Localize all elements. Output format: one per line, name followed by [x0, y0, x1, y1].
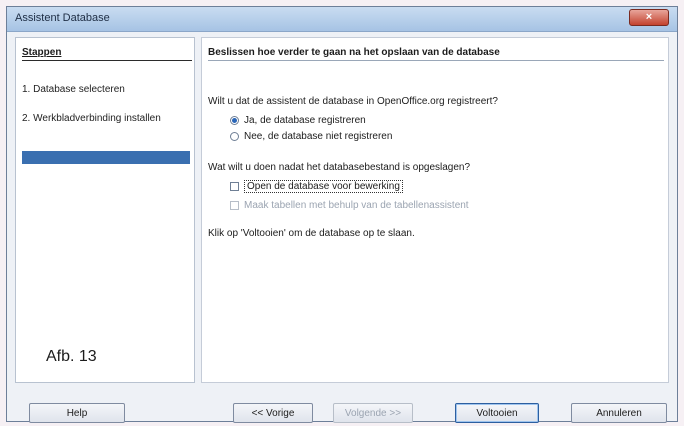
open-for-edit-label: Open de database voor bewerking — [244, 180, 403, 193]
wizard-main-panel: Beslissen hoe verder te gaan na het opsl… — [201, 37, 669, 383]
button-bar: Help << Vorige Volgende >> Voltooien Ann… — [7, 389, 677, 423]
register-no-label: Nee, de database niet registreren — [244, 131, 393, 142]
wizard-content: Stappen 1. Database selecteren 2. Werkbl… — [15, 37, 669, 383]
finish-button[interactable]: Voltooien — [455, 403, 539, 423]
database-wizard-window: Assistent Database × Stappen 1. Database… — [6, 6, 678, 423]
close-button[interactable]: × — [629, 9, 669, 26]
checkbox-unchecked-icon[interactable] — [230, 182, 239, 191]
help-button[interactable]: Help — [29, 403, 125, 423]
step-select-database[interactable]: 1. Database selecteren — [22, 84, 190, 96]
after-save-question: Wat wilt u doen nadat het databasebestan… — [208, 162, 471, 173]
step-sheet-connection[interactable]: 2. Werkbladverbinding installen — [22, 113, 190, 125]
create-tables-label: Maak tabellen met behulp van de tabellen… — [244, 200, 469, 211]
steps-header: Stappen — [22, 47, 192, 61]
page-title: Beslissen hoe verder te gaan na het opsl… — [208, 47, 664, 61]
cancel-button[interactable]: Annuleren — [571, 403, 667, 423]
step-save-and-proceed-active[interactable] — [22, 151, 190, 164]
radio-unselected-icon[interactable] — [230, 132, 239, 141]
title-bar[interactable]: Assistent Database × — [7, 7, 677, 32]
window-title: Assistent Database — [15, 12, 110, 24]
open-for-edit-checkbox[interactable]: Open de database voor bewerking — [230, 180, 403, 193]
checkbox-disabled-icon — [230, 201, 239, 210]
steps-sidebar: Stappen 1. Database selecteren 2. Werkbl… — [15, 37, 195, 383]
register-yes-radio[interactable]: Ja, de database registreren — [230, 115, 366, 126]
next-button: Volgende >> — [333, 403, 413, 423]
finish-instruction: Klik op 'Voltooien' om de database op te… — [208, 228, 415, 239]
register-no-radio[interactable]: Nee, de database niet registreren — [230, 131, 392, 142]
figure-caption: Afb. 13 — [46, 348, 97, 365]
previous-button[interactable]: << Vorige — [233, 403, 313, 423]
radio-selected-icon[interactable] — [230, 116, 239, 125]
register-yes-label: Ja, de database registreren — [244, 115, 366, 126]
close-icon: × — [645, 11, 653, 23]
create-tables-checkbox: Maak tabellen met behulp van de tabellen… — [230, 200, 469, 211]
register-question: Wilt u dat de assistent de database in O… — [208, 96, 498, 107]
